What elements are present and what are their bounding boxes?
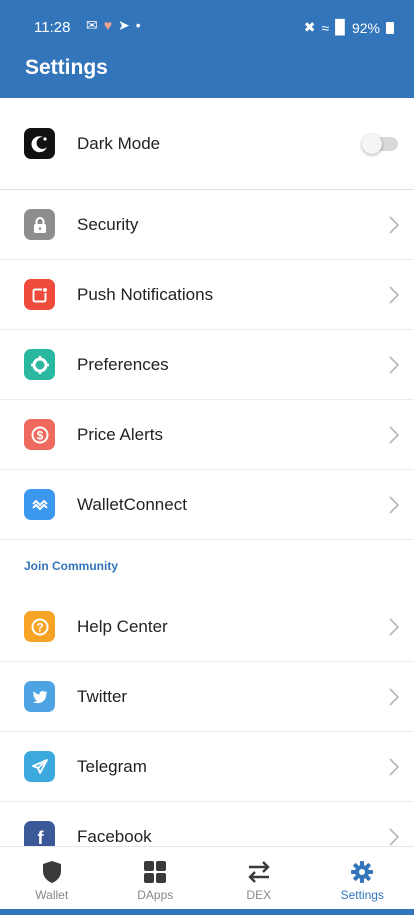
dark-mode-label: Dark Mode bbox=[77, 133, 161, 153]
status-bar: 11:28 ✉ ♥ ➤ • ✖ ≈ ▉ 92% bbox=[0, 0, 414, 40]
chevron-right-icon bbox=[389, 355, 400, 374]
dark-mode-toggle[interactable] bbox=[362, 133, 398, 154]
community-item-help-center[interactable]: ? Help Center bbox=[0, 592, 414, 662]
wifi-icon: ≈ bbox=[321, 19, 330, 36]
settings-item-security[interactable]: Security bbox=[0, 190, 414, 260]
settings-list: Dark Mode Security Push Notifications Pr… bbox=[0, 98, 414, 872]
community-item-twitter[interactable]: Twitter bbox=[0, 662, 414, 732]
section-header-join-community: Join Community bbox=[24, 559, 119, 573]
svg-text:f: f bbox=[37, 828, 44, 847]
telegram-icon bbox=[24, 751, 55, 782]
tab-label: Settings bbox=[340, 888, 384, 902]
swap-icon bbox=[246, 859, 272, 885]
battery-icon bbox=[386, 21, 394, 34]
status-time: 11:28 bbox=[34, 19, 71, 36]
bottom-strip bbox=[0, 909, 414, 915]
push-notifications-label: Push Notifications bbox=[77, 284, 214, 304]
chevron-right-icon bbox=[389, 215, 400, 234]
heart-icon: ♥ bbox=[103, 17, 113, 33]
gear-icon bbox=[24, 349, 55, 380]
page-title: Settings bbox=[25, 56, 108, 79]
tab-wallet[interactable]: Wallet bbox=[0, 847, 104, 909]
settings-item-walletconnect[interactable]: WalletConnect bbox=[0, 470, 414, 540]
chevron-right-icon bbox=[389, 425, 400, 444]
tab-label: Wallet bbox=[35, 888, 69, 902]
chevron-right-icon bbox=[389, 827, 400, 846]
svg-text:$: $ bbox=[36, 428, 43, 442]
telegram-label: Telegram bbox=[77, 756, 147, 776]
tab-label: DApps bbox=[137, 888, 174, 902]
lock-icon bbox=[24, 209, 55, 240]
shield-icon bbox=[39, 859, 65, 885]
dollar-icon: $ bbox=[24, 419, 55, 450]
settings-item-push-notifications[interactable]: Push Notifications bbox=[0, 260, 414, 330]
svg-text:?: ? bbox=[36, 620, 43, 634]
toggle-knob bbox=[362, 133, 382, 154]
app-header: 11:28 ✉ ♥ ➤ • ✖ ≈ ▉ 92% Settings bbox=[0, 0, 414, 98]
chevron-right-icon bbox=[389, 617, 400, 636]
telegram-icon: ➤ bbox=[118, 17, 130, 33]
bottom-tab-bar: Wallet DApps DEX Settings bbox=[0, 846, 414, 909]
tab-dapps[interactable]: DApps bbox=[104, 847, 208, 909]
battery-percent: 92% bbox=[351, 19, 380, 36]
preferences-label: Preferences bbox=[77, 354, 169, 374]
moon-icon bbox=[24, 128, 55, 159]
walletconnect-icon bbox=[24, 489, 55, 520]
help-center-label: Help Center bbox=[77, 616, 168, 636]
notification-icon bbox=[24, 279, 55, 310]
dark-mode-row[interactable]: Dark Mode bbox=[0, 98, 414, 190]
walletconnect-label: WalletConnect bbox=[77, 494, 187, 514]
security-label: Security bbox=[77, 214, 139, 234]
chevron-right-icon bbox=[389, 495, 400, 514]
tab-dex[interactable]: DEX bbox=[207, 847, 311, 909]
chevron-right-icon bbox=[389, 285, 400, 304]
status-right: ✖ ≈ ▉ 92% bbox=[304, 19, 394, 36]
settings-item-preferences[interactable]: Preferences bbox=[0, 330, 414, 400]
dot-icon: • bbox=[135, 17, 141, 33]
chevron-right-icon bbox=[389, 687, 400, 706]
tab-settings[interactable]: Settings bbox=[311, 847, 414, 909]
chevron-right-icon bbox=[389, 757, 400, 776]
gmail-icon: ✉ bbox=[86, 17, 98, 33]
grid-icon bbox=[142, 859, 168, 885]
mute-icon: ✖ bbox=[303, 19, 316, 35]
twitter-icon bbox=[24, 681, 55, 712]
facebook-label: Facebook bbox=[77, 826, 152, 846]
twitter-label: Twitter bbox=[77, 686, 128, 706]
settings-item-price-alerts[interactable]: $ Price Alerts bbox=[0, 400, 414, 470]
price-alerts-label: Price Alerts bbox=[77, 424, 163, 444]
tab-label: DEX bbox=[246, 888, 272, 902]
gear-icon bbox=[349, 859, 375, 885]
notification-icons: ✉ ♥ ➤ • bbox=[86, 17, 141, 34]
help-icon: ? bbox=[24, 611, 55, 642]
signal-icon: ▉ bbox=[335, 19, 346, 35]
community-item-telegram[interactable]: Telegram bbox=[0, 732, 414, 802]
